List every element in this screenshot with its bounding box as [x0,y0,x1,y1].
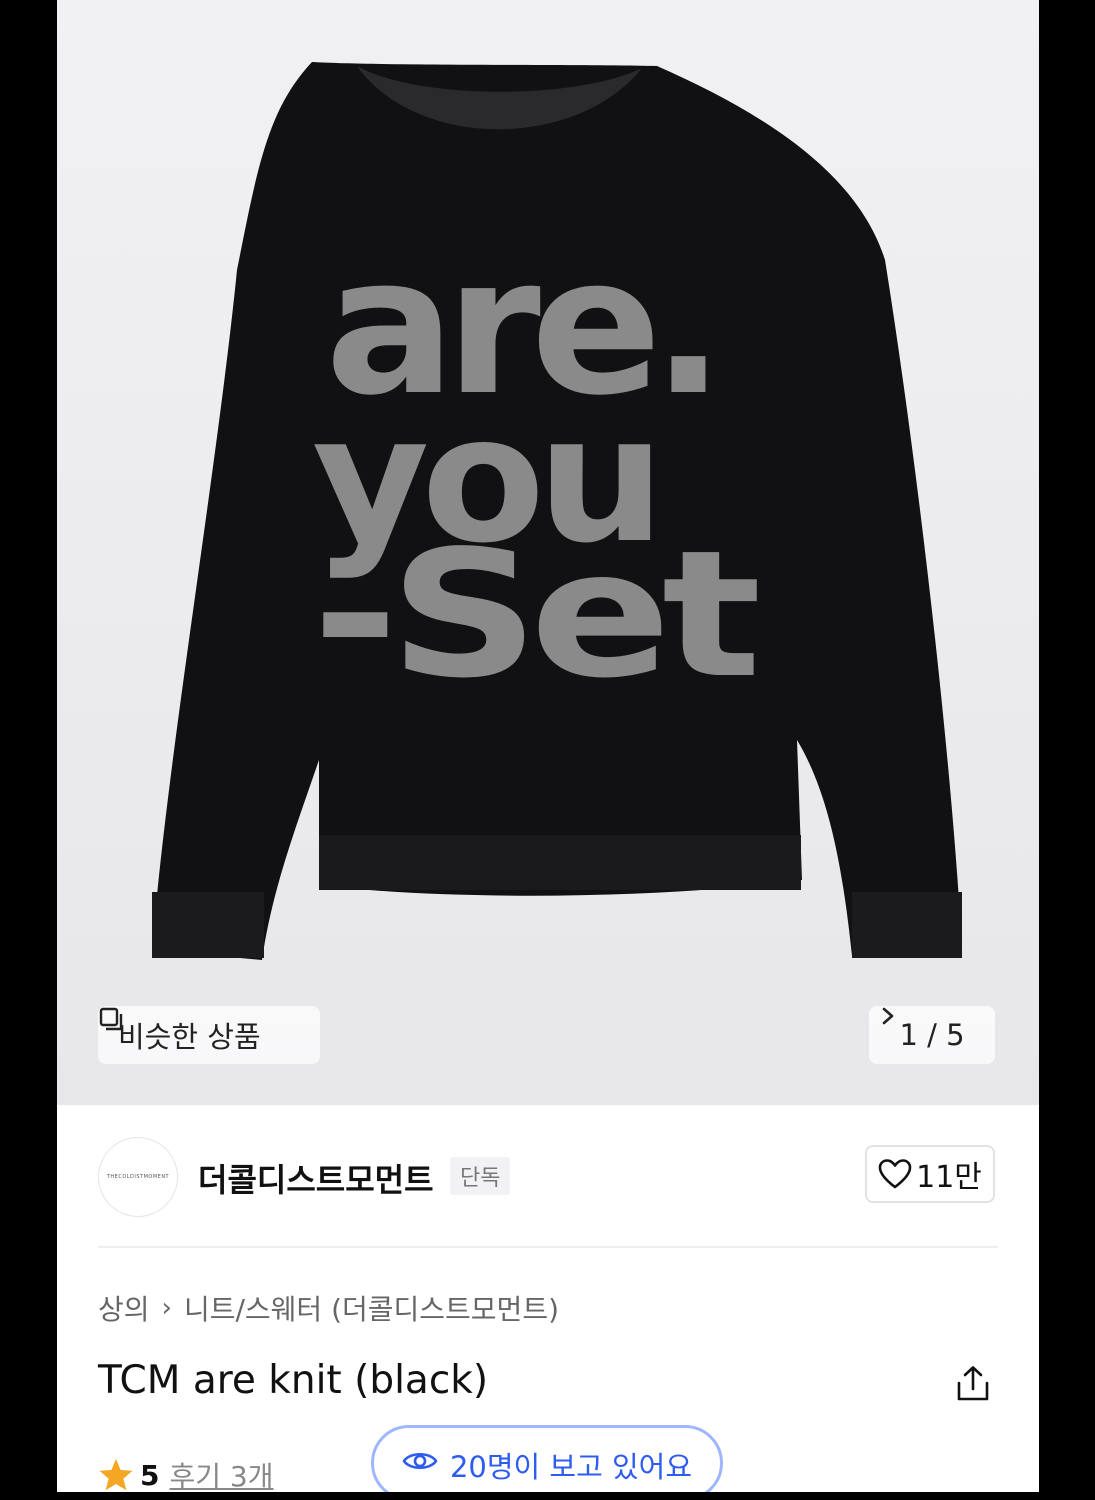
brand-logo-text: THECOLDISTMOMENT [106,1174,170,1180]
divider [98,1246,998,1248]
similar-products-label: 비슷한 상품 [118,1020,261,1054]
breadcrumb-category[interactable]: 상의 [98,1288,150,1328]
product-detail-screen: are. you -Set 비슷한 상품 1 / 5 THECOLDISTMOM… [57,0,1039,1492]
similar-products-icon [99,1007,123,1031]
print-line-set: -Set [312,514,757,717]
brand-logo[interactable]: THECOLDISTMOMENT [98,1137,178,1217]
sweater-image: are. you -Set [152,62,962,960]
share-icon[interactable] [953,1364,993,1404]
like-count: 11만 [916,1160,982,1195]
brand-row: THECOLDISTMOMENT 더콜디스트모먼트 단독 11만 [98,1135,998,1217]
product-photo[interactable]: are. you -Set 비슷한 상품 1 / 5 [57,0,1039,1105]
heart-icon [878,1159,912,1189]
rating: 5 후기 3개 [98,1455,273,1492]
product-title: TCM are knit (black) [98,1358,489,1403]
viewers-badge: 20명이 보고 있어요 [371,1425,723,1492]
eye-icon [402,1452,438,1470]
similar-products-button[interactable]: 비슷한 상품 [98,1006,320,1064]
chevron-right-icon [882,1007,894,1025]
sweater-hem [319,835,801,890]
brand-name[interactable]: 더콜디스트모먼트 [198,1155,434,1201]
exclusive-badge: 단독 [450,1157,511,1195]
viewers-text: 20명이 보고 있어요 [449,1450,693,1484]
breadcrumb: 상의 › 니트/스웨터 (더콜디스트모먼트) [98,1288,559,1328]
star-icon [99,1459,133,1491]
image-counter[interactable]: 1 / 5 [869,1006,995,1064]
reviews-link[interactable]: 후기 3개 [169,1455,273,1492]
left-cuff [152,892,264,958]
breadcrumb-subcategory[interactable]: 니트/스웨터 (더콜디스트모먼트) [184,1288,559,1328]
like-button[interactable]: 11만 [865,1145,995,1203]
chevron-right-icon: › [161,1293,172,1323]
rating-score: 5 [140,1458,160,1492]
right-cuff [852,892,962,958]
image-counter-text: 1 / 5 [899,1018,965,1052]
